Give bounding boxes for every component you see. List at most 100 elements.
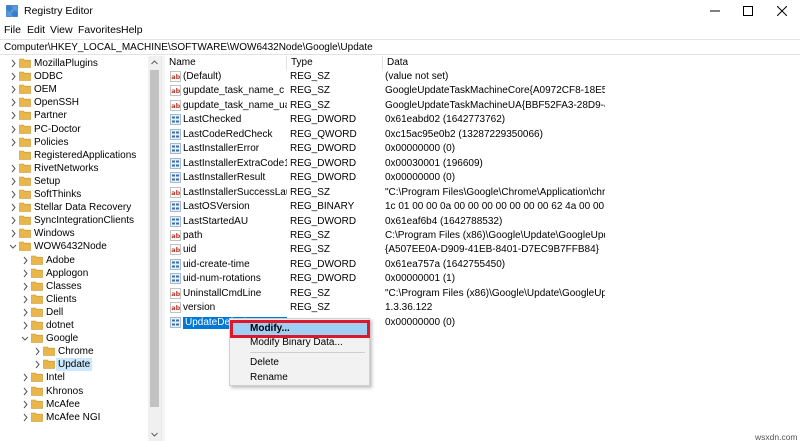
folder-icon: [31, 412, 43, 422]
chevron-right-icon[interactable]: [8, 71, 18, 82]
chevron-right-icon[interactable]: [20, 255, 30, 266]
value-row[interactable]: ab path REG_SZ C:\Program Files (x86)\Googl…: [165, 229, 800, 244]
chevron-right-icon[interactable]: [20, 399, 30, 410]
address-path[interactable]: Computer\HKEY_LOCAL_MACHINE\SOFTWARE\WOW…: [4, 42, 373, 53]
column-header-type[interactable]: Type: [287, 56, 383, 70]
value-row[interactable]: LastChecked REG_DWORD 0x61eabd02 (16427737…: [165, 113, 800, 128]
value-row[interactable]: LastInstallerResult REG_DWORD 0x00000000 (…: [165, 171, 800, 186]
chevron-right-icon[interactable]: [8, 176, 18, 187]
tree-item[interactable]: PC-Doctor: [0, 123, 148, 136]
chevron-right-icon[interactable]: [20, 281, 30, 292]
chevron-right-icon[interactable]: [20, 294, 30, 305]
tree-item[interactable]: dotnet: [0, 319, 148, 332]
value-row[interactable]: ab gupdate_task_name_c REG_SZ GoogleUpdateT…: [165, 84, 800, 99]
chevron-right-icon[interactable]: [8, 97, 18, 108]
chevron-right-icon[interactable]: [8, 137, 18, 148]
tree-item[interactable]: Windows: [0, 227, 148, 240]
value-row[interactable]: LastInstallerError REG_DWORD 0x00000000 (0…: [165, 142, 800, 157]
scrollbar-thumb[interactable]: [150, 70, 159, 407]
chevron-right-icon[interactable]: [8, 202, 18, 213]
tree-item[interactable]: SyncIntegrationClients: [0, 214, 148, 227]
tree-item[interactable]: Chrome: [0, 345, 148, 358]
tree-item[interactable]: OpenSSH: [0, 96, 148, 109]
chevron-down-icon[interactable]: [8, 241, 18, 252]
value-row[interactable]: LastStartedAU REG_DWORD 0x61eaf6b4 (164278…: [165, 215, 800, 230]
chevron-right-icon[interactable]: [8, 228, 18, 239]
context-menu-item[interactable]: Modify...: [230, 322, 369, 336]
tree-item[interactable]: ODBC: [0, 70, 148, 83]
tree-item[interactable]: RivetNetworks: [0, 162, 148, 175]
chevron-right-icon[interactable]: [32, 346, 42, 357]
value-row[interactable]: ab gupdate_task_name_ua REG_SZ GoogleUpdate…: [165, 99, 800, 114]
chevron-right-icon[interactable]: [8, 58, 18, 69]
tree-scrollbar[interactable]: [148, 56, 161, 441]
tree-item[interactable]: Google: [0, 332, 148, 345]
chevron-right-icon[interactable]: [8, 110, 18, 121]
menu-file[interactable]: File: [4, 24, 21, 36]
tree-item[interactable]: McAfee NGI: [0, 411, 148, 424]
tree-item[interactable]: WOW6432Node: [0, 240, 148, 253]
tree-item[interactable]: MozillaPlugins: [0, 57, 148, 70]
value-row[interactable]: LastCodeRedCheck REG_QWORD 0xc15ac95e0b2 (…: [165, 128, 800, 143]
chevron-right-icon[interactable]: [20, 307, 30, 318]
column-header-name[interactable]: Name: [165, 56, 287, 70]
tree-item[interactable]: Clients: [0, 293, 148, 306]
menu-help[interactable]: Help: [121, 24, 143, 36]
tree-item[interactable]: SoftThinks: [0, 188, 148, 201]
tree-item[interactable]: Stellar Data Recovery: [0, 201, 148, 214]
tree-item[interactable]: Dell: [0, 306, 148, 319]
value-row[interactable]: LastInstallerExtraCode1 REG_DWORD 0x000300…: [165, 157, 800, 172]
context-menu-item[interactable]: Modify Binary Data...: [230, 336, 369, 350]
tree-item[interactable]: OEM: [0, 83, 148, 96]
menu-edit[interactable]: Edit: [27, 24, 45, 36]
value-row[interactable]: LastOSVersion REG_BINARY 1c 01 00 00 0a 00…: [165, 200, 800, 215]
value-row[interactable]: uid-create-time REG_DWORD 0x61ea757a (1642…: [165, 258, 800, 273]
tree-item[interactable]: RegisteredApplications: [0, 149, 148, 162]
string-value-icon: ab: [170, 186, 181, 198]
menu-view[interactable]: View: [50, 24, 73, 36]
tree-item[interactable]: Intel: [0, 371, 148, 384]
column-header-data[interactable]: Data: [383, 56, 623, 70]
value-name: gupdate_task_name_ua: [183, 99, 287, 111]
tree-item[interactable]: Policies: [0, 136, 148, 149]
tree-item[interactable]: Setup: [0, 175, 148, 188]
chevron-right-icon[interactable]: [20, 372, 30, 383]
value-row[interactable]: uid-num-rotations REG_DWORD 0x00000001 (1): [165, 272, 800, 287]
chevron-right-icon[interactable]: [8, 124, 18, 135]
value-row[interactable]: ab UninstallCmdLine REG_SZ "C:\Program File…: [165, 287, 800, 302]
chevron-right-icon[interactable]: [8, 163, 18, 174]
chevron-down-icon[interactable]: [20, 333, 30, 344]
menu-favorites[interactable]: Favorites: [78, 24, 121, 36]
scroll-up-icon[interactable]: [148, 56, 161, 69]
address-bar[interactable]: Computer\HKEY_LOCAL_MACHINE\SOFTWARE\WOW…: [0, 39, 800, 55]
minimize-button[interactable]: [698, 0, 732, 22]
value-row[interactable]: abLastInstallerSuccessLaunc...REG_SZ "C:\…: [165, 186, 800, 201]
tree-item[interactable]: Khronos: [0, 385, 148, 398]
tree-item[interactable]: Adobe: [0, 254, 148, 267]
chevron-right-icon[interactable]: [32, 359, 42, 370]
tree-item[interactable]: McAfee: [0, 398, 148, 411]
tree-item[interactable]: Applogon: [0, 267, 148, 280]
value-type: REG_SZ: [290, 244, 331, 256]
key-tree[interactable]: MozillaPlugins ODBC OEM OpenSSH Partner PC-Do…: [0, 56, 161, 441]
value-row[interactable]: ab uid REG_SZ {A507EE0A-D909-41EB-8401-D7EC…: [165, 243, 800, 258]
string-value-icon: ab: [170, 85, 181, 97]
chevron-right-icon[interactable]: [20, 412, 30, 423]
context-menu-item[interactable]: Delete: [230, 356, 369, 370]
tree-item[interactable]: Classes: [0, 280, 148, 293]
close-button[interactable]: [765, 0, 799, 22]
value-row[interactable]: ab version REG_SZ 1.3.36.122: [165, 301, 800, 316]
chevron-right-icon[interactable]: [20, 386, 30, 397]
chevron-right-icon[interactable]: [8, 189, 18, 200]
scroll-down-icon[interactable]: [148, 428, 161, 441]
chevron-right-icon[interactable]: [8, 215, 18, 226]
context-menu-item[interactable]: Rename: [230, 371, 369, 385]
tree-item[interactable]: Update: [0, 358, 148, 372]
maximize-button[interactable]: [731, 0, 765, 22]
value-row[interactable]: ab (Default) REG_SZ (value not set): [165, 70, 800, 85]
title-bar[interactable]: Registry Editor: [0, 0, 800, 22]
tree-item[interactable]: Partner: [0, 109, 148, 122]
chevron-right-icon[interactable]: [8, 84, 18, 95]
chevron-right-icon[interactable]: [20, 268, 30, 279]
chevron-right-icon[interactable]: [20, 320, 30, 331]
